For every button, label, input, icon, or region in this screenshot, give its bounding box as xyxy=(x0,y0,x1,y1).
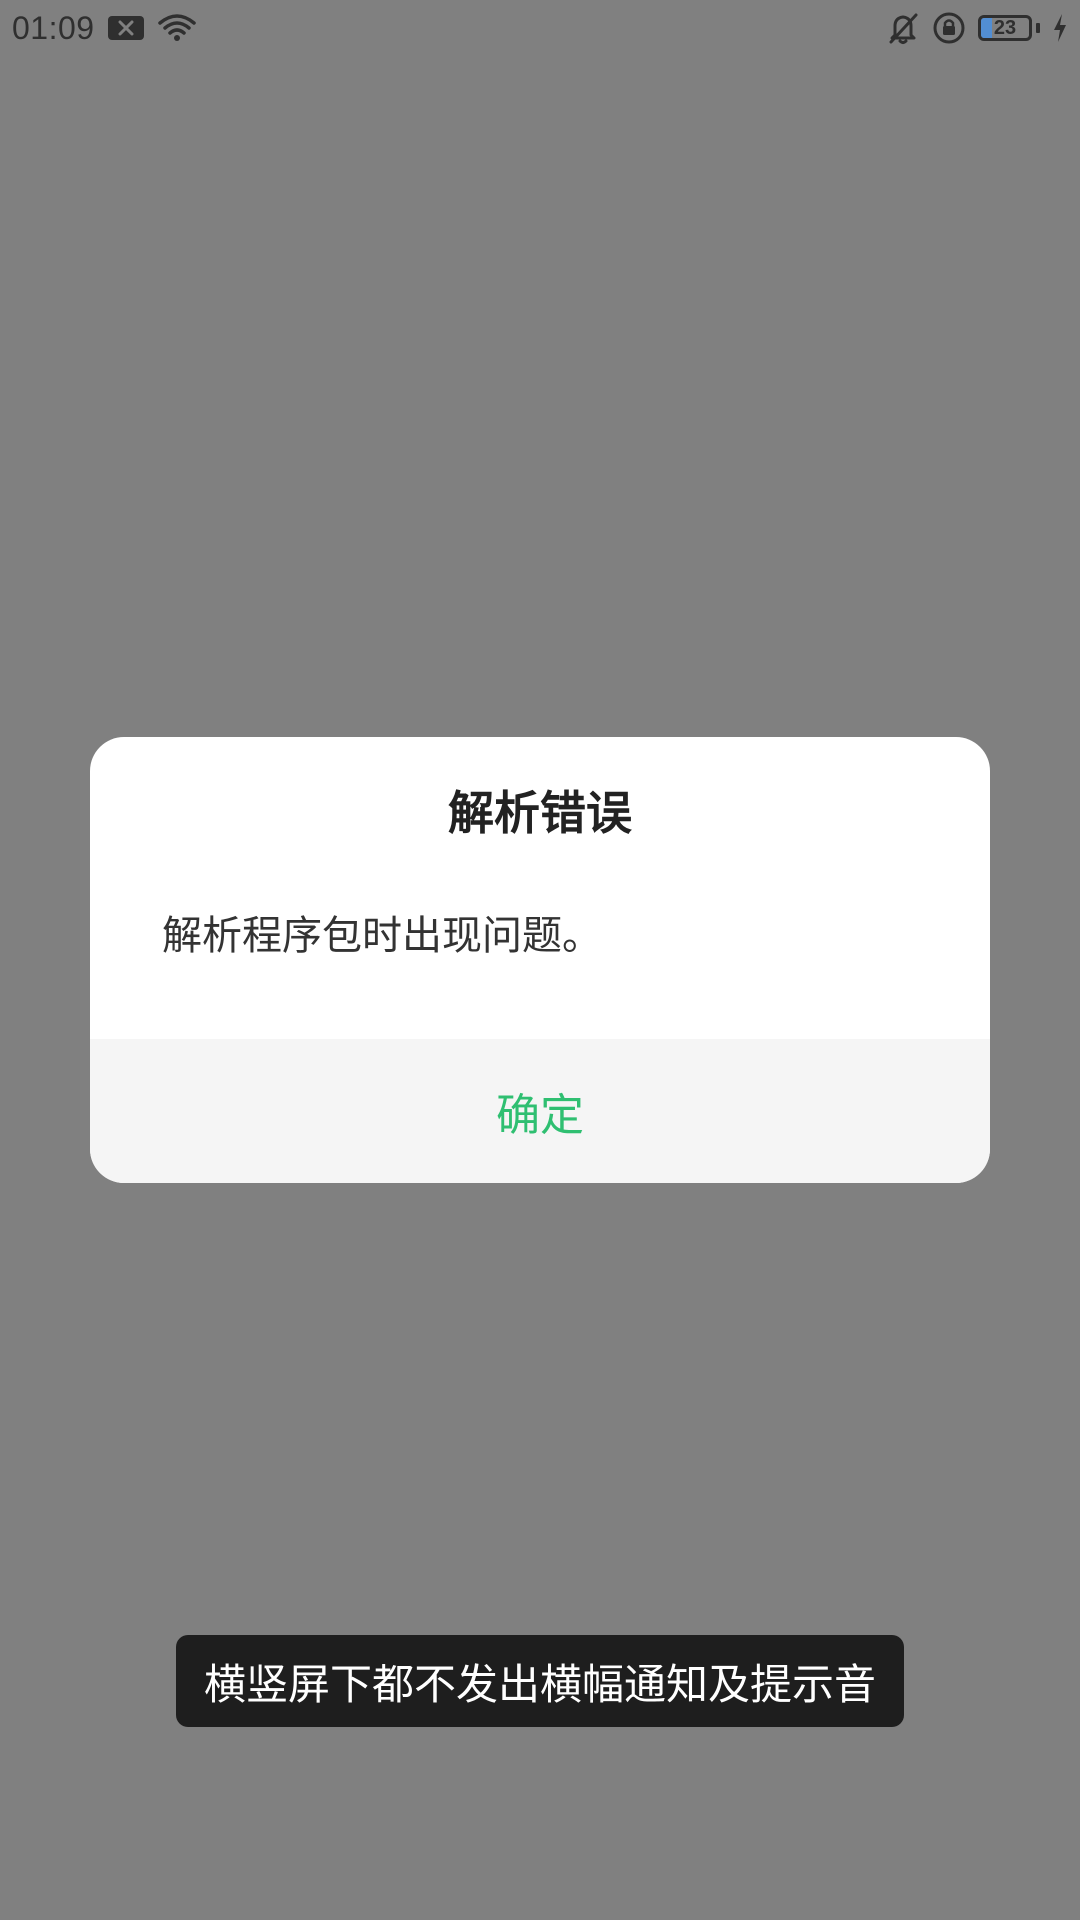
wifi-icon xyxy=(157,13,197,43)
battery-level-text: 23 xyxy=(993,17,1017,39)
dialog-title: 解析错误 xyxy=(448,786,632,840)
toast-message: 横竖屏下都不发出横幅通知及提示音 xyxy=(176,1635,904,1727)
dialog-footer: 确定 xyxy=(90,1039,990,1183)
parse-error-dialog: 解析错误 解析程序包时出现问题。 确定 xyxy=(90,737,990,1183)
confirm-button[interactable]: 确定 xyxy=(496,1079,584,1143)
status-bar-left: 01:09 xyxy=(12,10,197,47)
dialog-message: 解析程序包时出现问题。 xyxy=(162,913,602,959)
battery-body: 23 xyxy=(978,15,1032,41)
rotation-lock-icon xyxy=(932,11,966,45)
toast-text: 横竖屏下都不发出横幅通知及提示音 xyxy=(203,1659,876,1709)
screen: 01:09 23 解析错误 解析程序包时出现问题。 确定 横竖屏下都不发出横幅通… xyxy=(0,0,1080,1920)
battery-level-fill xyxy=(981,18,993,38)
battery-icon: 23 xyxy=(978,15,1040,41)
bell-off-icon xyxy=(886,11,920,45)
status-bar: 01:09 23 xyxy=(0,0,1080,56)
status-bar-right: 23 xyxy=(886,11,1068,45)
battery-nub xyxy=(1036,23,1040,33)
status-time: 01:09 xyxy=(12,9,95,46)
charging-bolt-icon xyxy=(1052,13,1068,43)
x-notification-icon xyxy=(107,14,145,42)
